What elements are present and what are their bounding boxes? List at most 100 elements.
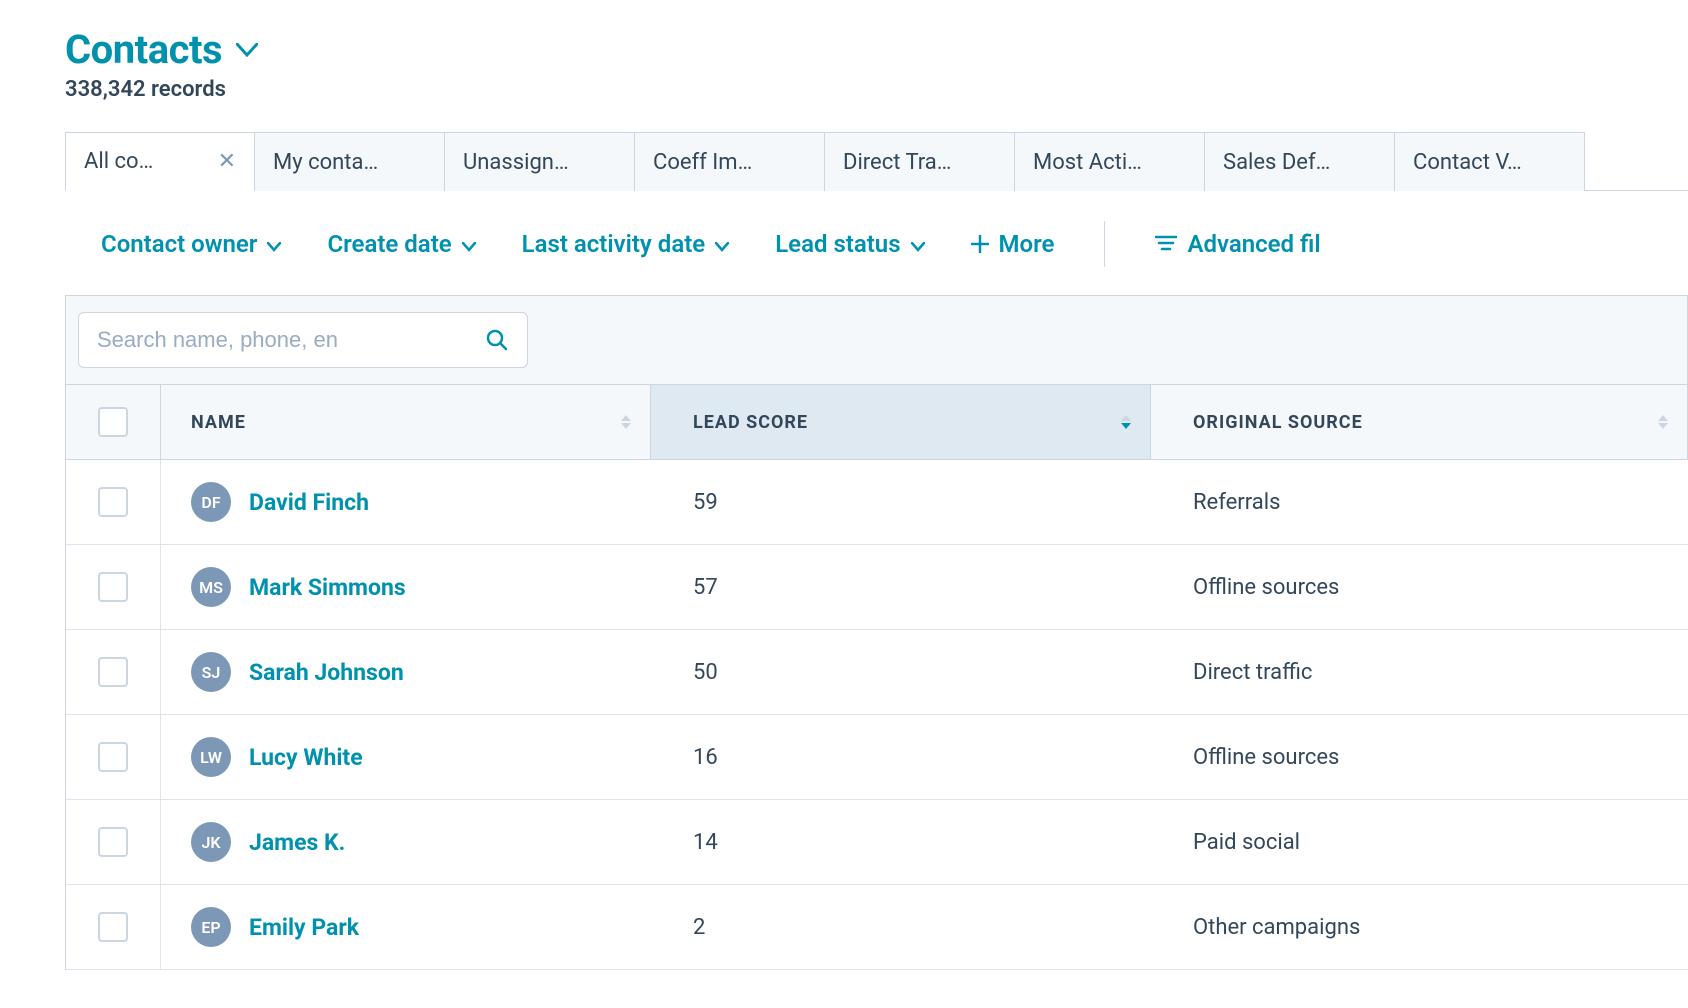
- caret-down-icon: [911, 230, 925, 258]
- contact-name-link[interactable]: James K.: [249, 829, 345, 856]
- filter-create-date[interactable]: Create date: [327, 230, 475, 258]
- row-checkbox[interactable]: [98, 912, 128, 942]
- advanced-filters-label: Advanced fil: [1187, 230, 1320, 258]
- view-tab[interactable]: Most Acti…: [1015, 132, 1205, 191]
- filter-contact-owner[interactable]: Contact owner: [101, 230, 281, 258]
- contact-name-link[interactable]: Sarah Johnson: [249, 659, 404, 686]
- row-checkbox[interactable]: [98, 827, 128, 857]
- tab-label: Contact V…: [1413, 150, 1522, 175]
- select-all-checkbox[interactable]: [98, 407, 128, 437]
- filter-lines-icon: [1155, 230, 1177, 258]
- view-tab[interactable]: Coeff Im…: [635, 132, 825, 191]
- table-row: DF David Finch 59Referrals: [66, 460, 1688, 545]
- original-source-cell: Offline sources: [1151, 545, 1688, 629]
- title-dropdown-icon[interactable]: [236, 43, 258, 57]
- row-checkbox-cell: [66, 715, 161, 799]
- filter-bar: Contact owner Create date Last activity …: [65, 191, 1688, 295]
- name-cell: MS Mark Simmons: [161, 545, 651, 629]
- column-header-name[interactable]: NAME: [161, 385, 651, 459]
- view-tab[interactable]: Unassign…: [445, 132, 635, 191]
- lead-score-cell: 14: [651, 800, 1151, 884]
- row-checkbox[interactable]: [98, 742, 128, 772]
- column-label: ORIGINAL SOURCE: [1193, 412, 1363, 433]
- row-checkbox-cell: [66, 545, 161, 629]
- sort-icon: [620, 414, 632, 430]
- row-checkbox[interactable]: [98, 487, 128, 517]
- tab-label: All co…: [84, 149, 153, 174]
- tab-label: Sales Def…: [1223, 150, 1330, 175]
- column-header-original-source[interactable]: ORIGINAL SOURCE: [1151, 385, 1688, 459]
- table-row: JK James K. 14Paid social: [66, 800, 1688, 885]
- avatar: EP: [191, 907, 231, 947]
- column-header-lead-score[interactable]: LEAD SCORE: [651, 385, 1151, 459]
- table-row: LW Lucy White 16Offline sources: [66, 715, 1688, 800]
- view-tab[interactable]: My conta…: [255, 132, 445, 191]
- divider: [1104, 221, 1105, 267]
- row-checkbox-cell: [66, 885, 161, 969]
- original-source-cell: Referrals: [1151, 460, 1688, 544]
- lead-score-cell: 57: [651, 545, 1151, 629]
- name-cell: DF David Finch: [161, 460, 651, 544]
- tab-label: Coeff Im…: [653, 150, 752, 175]
- sort-icon: [1657, 414, 1669, 430]
- plus-icon: [971, 235, 989, 253]
- table-row: MS Mark Simmons 57Offline sources: [66, 545, 1688, 630]
- original-source-cell: Paid social: [1151, 800, 1688, 884]
- contact-name-link[interactable]: Mark Simmons: [249, 574, 406, 601]
- filter-last-activity-date[interactable]: Last activity date: [522, 230, 730, 258]
- filter-lead-status[interactable]: Lead status: [775, 230, 924, 258]
- search-bar[interactable]: [78, 312, 528, 368]
- view-tab[interactable]: All co… ✕: [65, 132, 255, 191]
- name-cell: LW Lucy White: [161, 715, 651, 799]
- table-header-row: NAME LEAD SCORE ORIGINAL SOURCE: [66, 385, 1688, 460]
- column-label: LEAD SCORE: [693, 412, 808, 433]
- search-input[interactable]: [97, 327, 485, 353]
- page-title[interactable]: Contacts: [65, 26, 222, 73]
- avatar: DF: [191, 482, 231, 522]
- table-row: SJ Sarah Johnson 50Direct traffic: [66, 630, 1688, 715]
- row-checkbox-cell: [66, 460, 161, 544]
- view-tabs: All co… ✕ My conta… Unassign… Coeff Im… Direc…: [65, 132, 1688, 191]
- view-tab[interactable]: Direct Tra…: [825, 132, 1015, 191]
- name-cell: JK James K.: [161, 800, 651, 884]
- search-bar-container: [65, 295, 1688, 385]
- avatar: SJ: [191, 652, 231, 692]
- contact-name-link[interactable]: Lucy White: [249, 744, 363, 771]
- advanced-filters-button[interactable]: Advanced fil: [1155, 230, 1320, 258]
- view-tab[interactable]: Sales Def…: [1205, 132, 1395, 191]
- filter-label: Contact owner: [101, 230, 257, 258]
- row-checkbox[interactable]: [98, 657, 128, 687]
- tab-label: Most Acti…: [1033, 150, 1142, 175]
- lead-score-cell: 16: [651, 715, 1151, 799]
- tab-label: Direct Tra…: [843, 150, 951, 175]
- avatar: MS: [191, 567, 231, 607]
- lead-score-cell: 59: [651, 460, 1151, 544]
- table-row: EP Emily Park 2Other campaigns: [66, 885, 1688, 970]
- tab-label: My conta…: [273, 150, 378, 175]
- filter-label: Last activity date: [522, 230, 706, 258]
- table-body: DF David Finch 59Referrals MS Mark Simmons 57…: [66, 460, 1688, 970]
- filter-more[interactable]: More: [971, 230, 1055, 258]
- row-checkbox-cell: [66, 800, 161, 884]
- row-checkbox[interactable]: [98, 572, 128, 602]
- contact-name-link[interactable]: David Finch: [249, 489, 369, 516]
- tab-label: Unassign…: [463, 150, 569, 175]
- close-icon[interactable]: ✕: [218, 151, 236, 173]
- view-tab[interactable]: Contact V…: [1395, 132, 1585, 191]
- original-source-cell: Other campaigns: [1151, 885, 1688, 969]
- contact-name-link[interactable]: Emily Park: [249, 914, 359, 941]
- caret-down-icon: [715, 230, 729, 258]
- name-cell: SJ Sarah Johnson: [161, 630, 651, 714]
- avatar: JK: [191, 822, 231, 862]
- original-source-cell: Offline sources: [1151, 715, 1688, 799]
- select-all-header: [66, 385, 161, 459]
- lead-score-cell: 2: [651, 885, 1151, 969]
- search-icon: [485, 328, 509, 352]
- filter-label: Create date: [327, 230, 451, 258]
- contacts-table: NAME LEAD SCORE ORIGINAL SOURCE: [65, 385, 1688, 970]
- original-source-cell: Direct traffic: [1151, 630, 1688, 714]
- avatar: LW: [191, 737, 231, 777]
- page-header: Contacts 338,342 records: [65, 0, 1688, 102]
- caret-down-icon: [267, 230, 281, 258]
- lead-score-cell: 50: [651, 630, 1151, 714]
